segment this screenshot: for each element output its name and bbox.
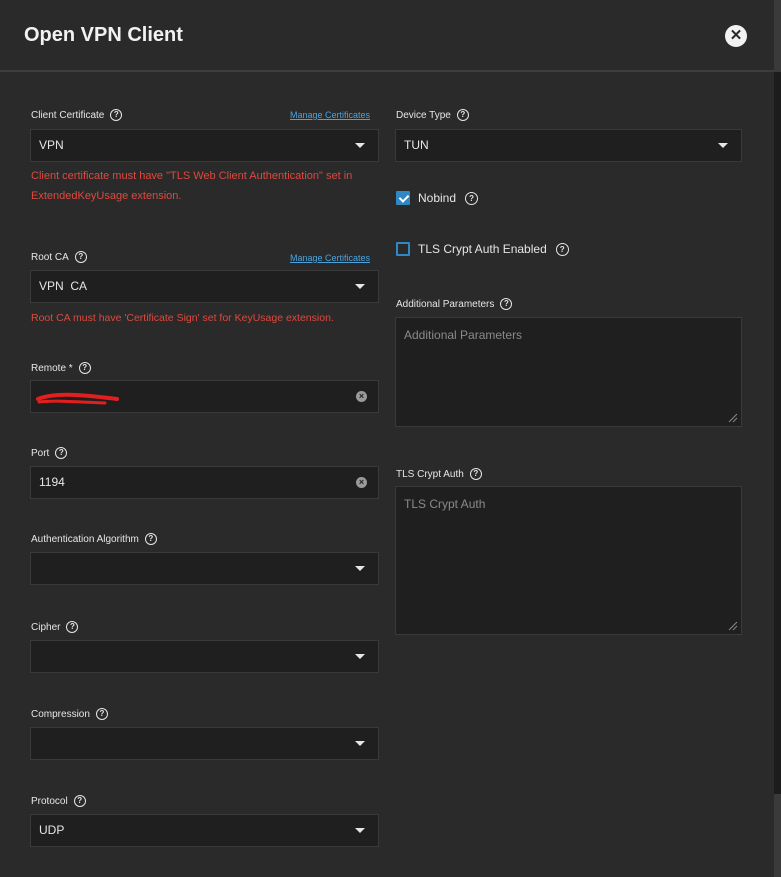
help-icon[interactable]: ? [73, 795, 86, 807]
help-icon[interactable]: ? [66, 621, 79, 633]
clear-icon[interactable]: × [356, 391, 367, 402]
chevron-down-icon [355, 143, 365, 148]
tls-crypt-auth-enabled-checkbox[interactable] [396, 242, 410, 256]
auth-algorithm-select[interactable] [30, 552, 379, 585]
help-icon[interactable]: ? [110, 109, 123, 121]
resize-grip-icon[interactable] [728, 621, 738, 631]
dialog-title: Open VPN Client [24, 24, 183, 46]
auth-algorithm-label: Authentication Algorithm ? [31, 531, 157, 547]
tls-crypt-auth-label: TLS Crypt Auth ? [396, 466, 482, 482]
protocol-label-text: Protocol [31, 795, 68, 807]
tls-crypt-auth-label-text: TLS Crypt Auth [396, 468, 464, 480]
protocol-label: Protocol ? [31, 793, 86, 809]
help-icon[interactable]: ? [555, 242, 569, 256]
help-icon[interactable]: ? [465, 191, 479, 205]
dialog-header: Open VPN Client ✕ [0, 0, 781, 72]
help-icon[interactable]: ? [469, 468, 482, 480]
compression-label-text: Compression [31, 708, 90, 720]
port-label: Port ? [31, 445, 68, 461]
tls-crypt-auth-enabled-label-text: TLS Crypt Auth Enabled [418, 242, 547, 256]
remote-label-text: Remote * [31, 362, 73, 374]
remote-label: Remote * ? [31, 360, 91, 376]
client-certificate-value: VPN [39, 138, 64, 152]
client-certificate-manage-link[interactable]: Manage Certificates [290, 110, 370, 120]
compression-label: Compression ? [31, 706, 108, 722]
port-value: 1194 [39, 475, 65, 489]
protocol-select[interactable]: UDP [30, 814, 379, 847]
device-type-label: Device Type ? [396, 107, 469, 123]
device-type-select[interactable]: TUN [395, 129, 742, 162]
root-ca-error: Root CA must have 'Certificate Sign' set… [31, 312, 334, 324]
nobind-label-text: Nobind [418, 191, 457, 205]
root-ca-label: Root CA ? [31, 249, 87, 265]
cipher-label-text: Cipher [31, 621, 61, 633]
root-ca-manage-link[interactable]: Manage Certificates [290, 253, 370, 263]
cipher-select[interactable] [30, 640, 379, 673]
help-icon[interactable]: ? [74, 251, 87, 263]
resize-grip-icon[interactable] [728, 413, 738, 423]
remote-input[interactable]: × [30, 380, 379, 413]
help-icon[interactable]: ? [456, 109, 469, 121]
additional-params-label-text: Additional Parameters [396, 298, 495, 310]
client-certificate-error: Client certificate must have "TLS Web Cl… [31, 170, 353, 202]
root-ca-label-text: Root CA [31, 251, 69, 263]
protocol-value: UDP [39, 823, 65, 837]
chevron-down-icon [355, 741, 365, 746]
redaction-scribble [36, 392, 119, 405]
compression-select[interactable] [30, 727, 379, 760]
device-type-label-text: Device Type [396, 109, 451, 121]
chevron-down-icon [355, 566, 365, 571]
help-icon[interactable]: ? [144, 533, 157, 545]
client-certificate-label: Client Certificate ? [31, 107, 123, 123]
tls-crypt-auth-placeholder: TLS Crypt Auth [404, 497, 486, 511]
client-certificate-label-text: Client Certificate [31, 109, 105, 121]
auth-algorithm-label-text: Authentication Algorithm [31, 533, 139, 545]
port-label-text: Port [31, 447, 50, 459]
additional-params-placeholder: Additional Parameters [404, 328, 523, 342]
help-icon[interactable]: ? [500, 298, 513, 310]
chevron-down-icon [355, 828, 365, 833]
help-icon[interactable]: ? [55, 447, 68, 459]
device-type-value: TUN [404, 138, 429, 152]
tls-crypt-auth-enabled-label: TLS Crypt Auth Enabled ? [418, 241, 569, 257]
additional-params-textarea[interactable]: Additional Parameters [395, 317, 742, 427]
nobind-checkbox[interactable] [396, 191, 410, 205]
nobind-label: Nobind ? [418, 190, 479, 206]
root-ca-value: VPN CA [39, 279, 88, 293]
chevron-down-icon [355, 654, 365, 659]
clear-icon[interactable]: × [356, 477, 367, 488]
scrollbar-thumb[interactable] [774, 72, 781, 794]
help-icon[interactable]: ? [78, 362, 91, 374]
chevron-down-icon [355, 284, 365, 289]
cipher-label: Cipher ? [31, 619, 79, 635]
help-icon[interactable]: ? [95, 708, 108, 720]
close-icon[interactable]: ✕ [725, 25, 747, 47]
client-certificate-select[interactable]: VPN [30, 129, 379, 162]
tls-crypt-auth-textarea[interactable]: TLS Crypt Auth [395, 486, 742, 635]
additional-params-label: Additional Parameters ? [396, 296, 513, 312]
root-ca-select[interactable]: VPN CA [30, 270, 379, 303]
port-input[interactable]: 1194 × [30, 466, 379, 499]
chevron-down-icon [718, 143, 728, 148]
